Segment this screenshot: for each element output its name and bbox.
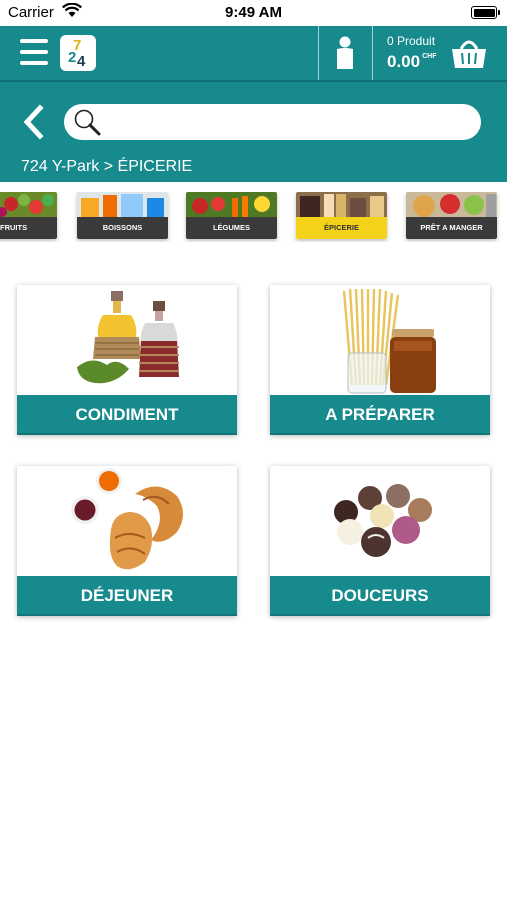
cart-currency: CHF <box>422 53 437 60</box>
back-icon[interactable] <box>20 104 48 140</box>
subcategory-label: DÉJEUNER <box>17 576 237 616</box>
category-tab-legumes[interactable]: LÉGUMES <box>186 192 277 239</box>
category-tab-fruits[interactable]: FRUITS <box>0 192 57 239</box>
pasta-image <box>270 285 490 395</box>
category-tab-label: LÉGUMES <box>186 217 277 239</box>
breadcrumb: 724 Y-Park > ÉPICERIE <box>21 158 193 175</box>
grocery-image <box>296 192 387 217</box>
app-header: 724 0 Produit 0.00 CHF <box>0 26 507 80</box>
subcategory-card-dejeuner[interactable]: DÉJEUNER <box>17 466 237 616</box>
vegetables-image <box>186 192 277 217</box>
clock: 9:49 AM <box>225 4 282 21</box>
app-logo[interactable]: 724 <box>60 35 96 71</box>
subcategory-label: DOUCEURS <box>270 576 490 616</box>
breakfast-image <box>17 466 237 576</box>
subcategory-card-a-preparer[interactable]: A PRÉPARER <box>270 285 490 435</box>
search-box[interactable] <box>64 104 481 142</box>
category-tab-label: BOISSONS <box>77 217 168 239</box>
search-icon <box>74 109 101 136</box>
battery-icon <box>471 6 500 19</box>
drinks-image <box>77 192 168 217</box>
category-tab-epicerie[interactable]: ÉPICERIE <box>296 192 387 239</box>
category-tab-label: FRUITS <box>0 217 57 239</box>
subcategory-label: A PRÉPARER <box>270 395 490 435</box>
category-tab-pret-a-manger[interactable]: PRÊT A MANGER <box>406 192 497 239</box>
cart-price-value: 0.00 <box>387 52 421 71</box>
subcategory-card-douceurs[interactable]: DOUCEURS <box>270 466 490 616</box>
category-tab-boissons[interactable]: BOISSONS <box>77 192 168 239</box>
category-strip[interactable]: FRUITS BOISSONS LÉGUMES ÉPICERIE PRÊT A … <box>0 192 507 242</box>
account-icon[interactable] <box>334 36 356 70</box>
menu-icon[interactable] <box>20 39 48 65</box>
basket-icon[interactable] <box>450 36 488 70</box>
header-divider <box>318 26 319 80</box>
cart-count[interactable]: 0 Produit <box>387 34 435 48</box>
subcategory-card-condiment[interactable]: CONDIMENT <box>17 285 237 435</box>
category-tab-label: PRÊT A MANGER <box>406 217 497 239</box>
cart-total[interactable]: 0.00 CHF <box>387 52 436 72</box>
search-input[interactable] <box>104 104 468 142</box>
search-bar-section: 724 Y-Park > ÉPICERIE <box>0 80 507 182</box>
subcategory-label: CONDIMENT <box>17 395 237 435</box>
category-tab-label: ÉPICERIE <box>296 217 387 239</box>
status-bar: Carrier 9:49 AM <box>0 0 507 26</box>
condiment-image <box>17 285 237 395</box>
ready-meals-image <box>406 192 497 217</box>
fruits-image <box>0 192 57 217</box>
sweets-image <box>270 466 490 576</box>
header-divider <box>372 26 373 80</box>
